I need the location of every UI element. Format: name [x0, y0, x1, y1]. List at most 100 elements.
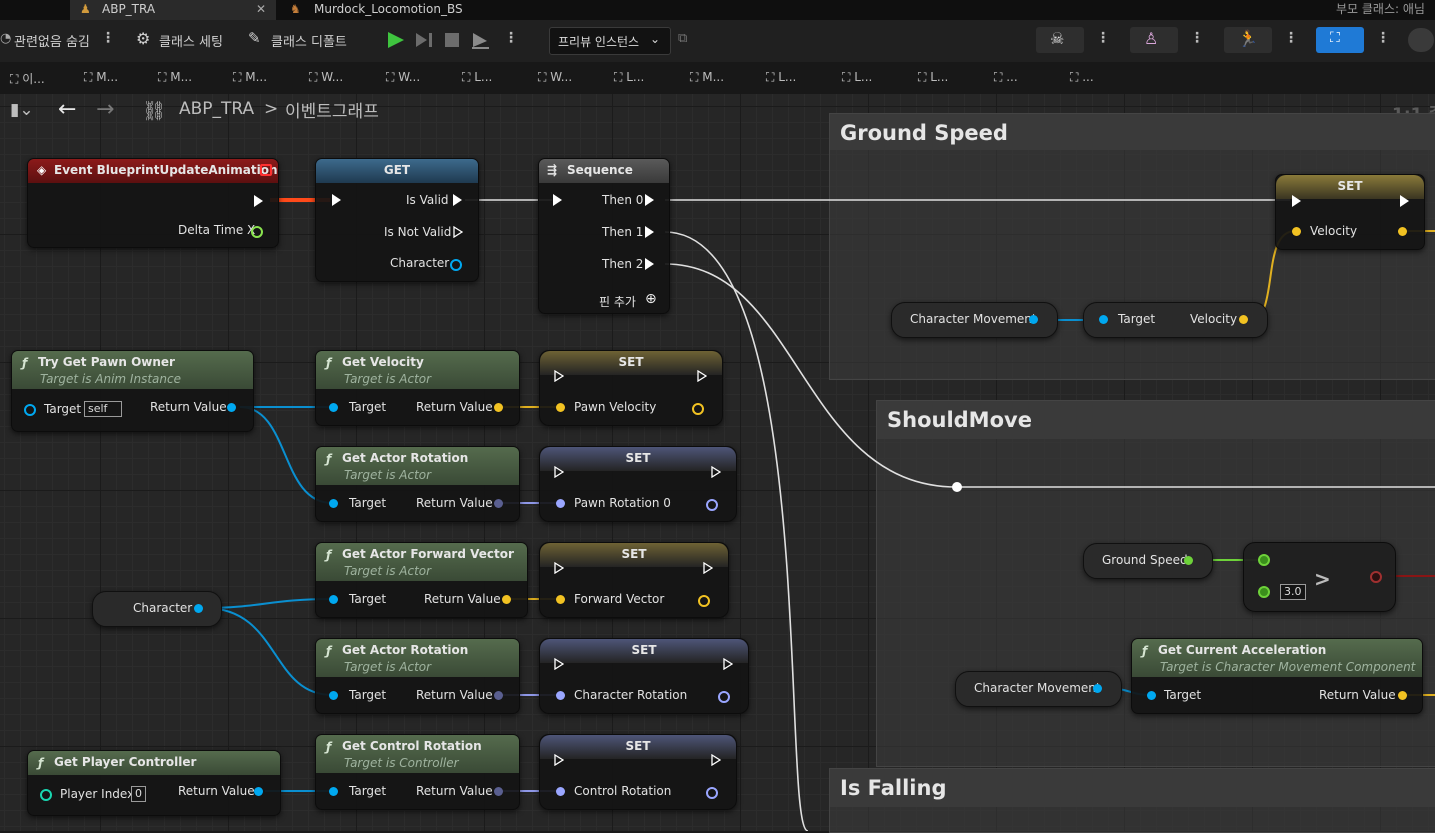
- variable-label: Character Movement: [974, 681, 1101, 695]
- value-out-pin[interactable]: [718, 691, 730, 703]
- exec-in-pin[interactable]: [332, 194, 341, 206]
- get-actor-rotation2-node[interactable]: ƒ Get Actor Rotation Target is Actor Targe…: [315, 638, 520, 714]
- character-out-pin[interactable]: [194, 604, 203, 613]
- exec-out-pin[interactable]: [1400, 195, 1409, 207]
- velocity-in-pin[interactable]: [1292, 227, 1301, 236]
- get-actor-rotation1-node[interactable]: ƒ Get Actor Rotation Target is Actor Targe…: [315, 446, 520, 522]
- sequence-node[interactable]: ⇶ Sequence Then 0 Then 1 Then 2 핀 추가 ⊕: [538, 158, 670, 314]
- return-pin[interactable]: [1398, 691, 1407, 700]
- then0-pin[interactable]: [645, 194, 654, 206]
- b-pin[interactable]: [1258, 586, 1270, 598]
- value-out-pin[interactable]: [692, 403, 704, 415]
- set-char-rotation-node[interactable]: SET Character Rotation: [539, 638, 749, 714]
- greater-than-node[interactable]: 3.0 >: [1243, 542, 1396, 612]
- player-index-value[interactable]: 0: [131, 786, 146, 802]
- value-label: Pawn Velocity: [574, 400, 657, 414]
- return-label: Return Value: [416, 784, 493, 798]
- target-pin[interactable]: [1147, 691, 1156, 700]
- return-pin[interactable]: [494, 787, 503, 796]
- exec-in-pin[interactable]: [554, 466, 564, 478]
- player-index-pin[interactable]: [40, 789, 52, 801]
- node-title: Get Velocity: [342, 355, 424, 369]
- reroute-node[interactable]: [952, 482, 962, 492]
- value-in-pin[interactable]: [556, 787, 565, 796]
- target-pin[interactable]: [329, 787, 338, 796]
- then1-pin[interactable]: [645, 226, 654, 238]
- character-movement-variable-node-2[interactable]: Character Movement: [955, 671, 1122, 707]
- value-in-pin[interactable]: [556, 403, 565, 412]
- value-out-pin[interactable]: [706, 499, 718, 511]
- value-in-pin[interactable]: [556, 691, 565, 700]
- get-control-rotation-node[interactable]: ƒ Get Control Rotation Target is Controlle…: [315, 734, 520, 810]
- velocity-out-pin[interactable]: [1398, 227, 1407, 236]
- is-valid-pin[interactable]: [453, 194, 462, 206]
- character-variable-node[interactable]: Character: [92, 591, 222, 627]
- node-header: ƒ Get Control Rotation Target is Controlle…: [316, 735, 519, 773]
- try-get-pawn-owner-node[interactable]: ƒ Try Get Pawn Owner Target is Anim Instan…: [11, 350, 254, 432]
- add-pin-label[interactable]: 핀 추가: [599, 293, 636, 310]
- character-movement-variable-node[interactable]: Character Movement: [891, 302, 1058, 338]
- add-pin-icon[interactable]: ⊕: [645, 291, 657, 307]
- character-pin[interactable]: [450, 259, 462, 271]
- target-pin[interactable]: [329, 691, 338, 700]
- return-pin[interactable]: [494, 499, 503, 508]
- target-pin[interactable]: [329, 595, 338, 604]
- set-pawn-rotation-node[interactable]: SET Pawn Rotation 0: [539, 446, 737, 522]
- target-pin[interactable]: [1099, 315, 1108, 324]
- exec-out-pin[interactable]: [711, 754, 721, 766]
- exec-out-pin[interactable]: [697, 370, 707, 382]
- velocity-pin[interactable]: [1239, 315, 1248, 324]
- exec-in-pin[interactable]: [554, 754, 564, 766]
- value-in-pin[interactable]: [556, 595, 565, 604]
- set-control-rotation-node[interactable]: SET Control Rotation: [539, 734, 737, 810]
- event-update-animation-node[interactable]: ◈ Event BlueprintUpdateAnimation Delta T…: [27, 158, 279, 248]
- float-out-pin[interactable]: [1184, 556, 1193, 565]
- delta-time-pin[interactable]: [251, 226, 263, 238]
- node-header: ƒ Get Actor Rotation Target is Actor: [316, 447, 519, 485]
- exec-in-pin[interactable]: [554, 370, 564, 382]
- bool-out-pin[interactable]: [1370, 571, 1382, 583]
- object-out-pin[interactable]: [1093, 684, 1102, 693]
- get-velocity-variable-node[interactable]: Target Velocity: [1083, 302, 1268, 338]
- exec-out-pin[interactable]: [703, 562, 713, 574]
- exec-out-pin[interactable]: [254, 195, 263, 207]
- b-value[interactable]: 3.0: [1280, 584, 1306, 600]
- delegate-icon[interactable]: [260, 164, 272, 176]
- target-pin[interactable]: [24, 404, 36, 416]
- return-pin[interactable]: [494, 691, 503, 700]
- get-current-acceleration-node[interactable]: ƒ Get Current Acceleration Target is Chara…: [1131, 638, 1423, 714]
- set-forward-node[interactable]: SET Forward Vector: [539, 542, 729, 618]
- target-pin[interactable]: [329, 499, 338, 508]
- then2-pin[interactable]: [645, 258, 654, 270]
- exec-in-pin[interactable]: [554, 658, 564, 670]
- value-in-pin[interactable]: [556, 499, 565, 508]
- return-pin[interactable]: [494, 403, 503, 412]
- get-velocity-node[interactable]: ƒ Get Velocity Target is Actor Target Retu…: [315, 350, 520, 426]
- get-forward-node[interactable]: ƒ Get Actor Forward Vector Target is Actor…: [315, 542, 528, 618]
- set-pawn-velocity-node[interactable]: SET Pawn Velocity: [539, 350, 723, 426]
- exec-in-pin[interactable]: [553, 194, 562, 206]
- exec-in-pin[interactable]: [554, 562, 564, 574]
- target-label: Target: [44, 402, 82, 416]
- node-title: Get Player Controller: [54, 755, 197, 769]
- set-velocity-node[interactable]: SET Velocity: [1275, 174, 1425, 250]
- return-pin[interactable]: [254, 787, 263, 796]
- return-label: Return Value: [416, 400, 493, 414]
- return-pin[interactable]: [227, 403, 236, 412]
- ground-speed-variable-node[interactable]: Ground Speed: [1083, 543, 1213, 579]
- get-player-controller-node[interactable]: ƒ Get Player Controller Player Index 0 Re…: [27, 750, 281, 816]
- get-validated-node[interactable]: GET Is Valid Is Not Valid Character: [315, 158, 479, 282]
- value-out-pin[interactable]: [706, 787, 718, 799]
- return-pin[interactable]: [502, 595, 511, 604]
- exec-in-pin[interactable]: [1292, 195, 1301, 207]
- exec-out-pin[interactable]: [711, 466, 721, 478]
- node-subtitle: Target is Actor: [344, 468, 432, 482]
- self-value[interactable]: self: [84, 401, 122, 417]
- a-pin[interactable]: [1258, 554, 1270, 566]
- value-out-pin[interactable]: [698, 595, 710, 607]
- exec-out-pin[interactable]: [723, 658, 733, 670]
- target-pin[interactable]: [329, 403, 338, 412]
- exec-wire: [664, 263, 1435, 488]
- object-out-pin[interactable]: [1029, 315, 1038, 324]
- is-not-valid-pin[interactable]: [453, 226, 463, 238]
